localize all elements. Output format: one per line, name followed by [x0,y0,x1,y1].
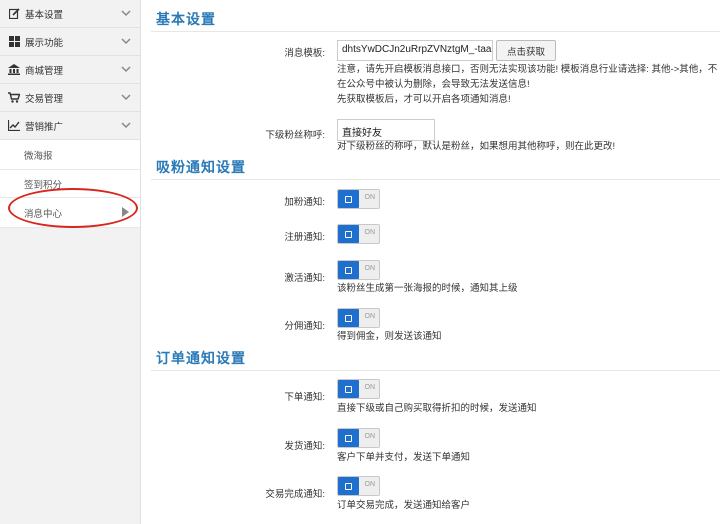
section-title-fans: 吸粉通知设置 [156,159,246,175]
sidebar-item-display[interactable]: 展示功能 [0,28,140,56]
sidebar-item-label: 交易管理 [25,93,64,105]
trade-complete-notify-toggle[interactable]: ON [337,476,380,496]
toggle-label: 分佣通知: [284,321,325,332]
toggle-state: ON [364,481,376,488]
sidebar-item-trade[interactable]: 交易管理 [0,84,140,112]
sidebar-item-label: 基本设置 [25,9,64,21]
sidebar-subitem-label: 微海报 [24,150,53,162]
toggle-knob [338,225,359,243]
divider [151,31,720,32]
shipping-notify-help: 客户下单并支付，发送下单通知 [337,452,471,463]
chevron-down-icon[interactable] [121,37,131,48]
template-help-line-2: 在公众号中被认为删除，会导致无法发送信息! [337,79,530,90]
register-notify-toggle[interactable]: ON [337,224,380,244]
chevron-down-icon[interactable] [121,9,131,20]
activate-notify-help: 该粉丝生成第一张海报的时候，通知其上级 [337,283,518,294]
sidebar-item-label: 展示功能 [25,37,64,49]
toggle-label: 激活通知: [284,273,325,284]
trade-complete-notify-help: 订单交易完成，发送通知给客户 [337,500,471,511]
toggle-label: 发货通知: [284,441,325,452]
chevron-down-icon[interactable] [121,121,131,132]
main-content: 基本设置 消息模板: dhtsYwDCJn2uRrpZVNztgM_-taa 点… [141,0,720,524]
fan-alias-input[interactable]: 直接好友 [337,119,435,141]
template-id-input[interactable]: dhtsYwDCJn2uRrpZVNztgM_-taa [337,40,493,61]
chevron-down-icon[interactable] [121,65,131,76]
place-order-notify-toggle[interactable]: ON [337,379,380,399]
toggle-state: ON [364,313,376,320]
toggle-state: ON [364,384,376,391]
commission-notify-help: 得到佣金，则发送该通知 [337,331,442,342]
divider [151,179,720,180]
template-help-line-1: 注意，请先开启模板消息接口，否则无法实现该功能! 模板消息行业请选择: 其他->… [337,64,718,75]
sidebar-item-mall[interactable]: 商城管理 [0,56,140,84]
bank-icon [7,64,21,75]
toggle-label: 加粉通知: [284,197,325,208]
chart-icon [7,120,21,131]
alias-help: 对下级粉丝的称呼，默认是粉丝，如果想用其他称呼，则在此更改! [337,141,616,152]
chevron-down-icon[interactable] [121,93,131,104]
cart-icon [7,92,21,103]
annotation-circle [8,188,138,228]
sidebar-item-marketing[interactable]: 营销推广 [0,112,140,140]
get-template-button[interactable]: 点击获取 [496,40,556,61]
section-title-basic: 基本设置 [156,11,216,27]
template-help-line-3: 先获取模板后，才可以开启各项通知消息! [337,94,511,105]
windows-icon [7,36,21,47]
toggle-knob [338,429,359,447]
toggle-knob [338,309,359,327]
toggle-label: 交易完成通知: [265,489,325,500]
sidebar-item-basic-settings[interactable]: 基本设置 [0,0,140,28]
divider [151,370,720,371]
sidebar-subitem-poster[interactable]: 微海报 [0,140,140,170]
toggle-knob [338,380,359,398]
edit-icon [7,8,21,19]
add-fan-notify-toggle[interactable]: ON [337,189,380,209]
toggle-label: 下单通知: [284,392,325,403]
section-title-order: 订单通知设置 [156,350,246,366]
toggle-state: ON [364,433,376,440]
toggle-state: ON [364,265,376,272]
toggle-knob [338,190,359,208]
toggle-label: 注册通知: [284,232,325,243]
place-order-notify-help: 直接下级或自己购买取得折扣的时候，发送通知 [337,403,537,414]
activate-notify-toggle[interactable]: ON [337,260,380,280]
commission-notify-toggle[interactable]: ON [337,308,380,328]
toggle-knob [338,477,359,495]
sidebar: 基本设置 展示功能 商城管理 交易管理 营销推广 微海报 签到积分 消息中心 [0,0,141,524]
shipping-notify-toggle[interactable]: ON [337,428,380,448]
toggle-knob [338,261,359,279]
toggle-state: ON [364,229,376,236]
sidebar-item-label: 商城管理 [25,65,64,77]
template-label: 消息模板: [284,48,325,59]
alias-label: 下级粉丝称呼: [265,130,325,141]
toggle-state: ON [364,194,376,201]
sidebar-item-label: 营销推广 [25,121,64,133]
